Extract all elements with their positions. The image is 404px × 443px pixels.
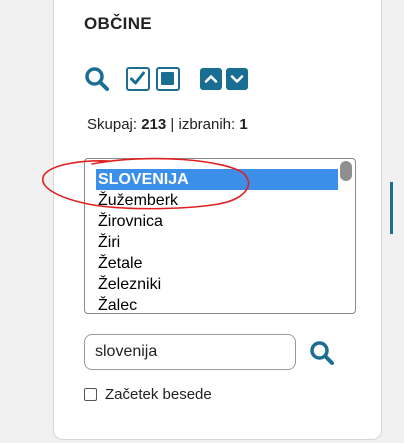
list-item[interactable]: SLOVENIJA <box>96 169 338 190</box>
word-start-label: Začetek besede <box>105 386 212 403</box>
list-item[interactable]: Žužemberk <box>96 190 338 211</box>
list-item[interactable]: Žirovnica <box>96 211 338 232</box>
adjacent-panel-edge <box>390 182 393 234</box>
scrollbar-thumb[interactable] <box>340 161 352 181</box>
panel-title: OBČINE <box>84 14 152 33</box>
total-label: Skupaj: <box>87 116 138 133</box>
deselect-all-icon[interactable] <box>156 67 180 91</box>
list-item[interactable]: Žiri <box>96 232 338 253</box>
select-all-icon[interactable] <box>126 67 150 91</box>
chevron-down-icon[interactable] <box>226 68 248 90</box>
municipality-listbox[interactable]: SLOVENIJA Žužemberk Žirovnica Žiri Žetal… <box>84 158 356 314</box>
selection-summary: Skupaj: 213 | izbranih: 1 <box>87 116 248 133</box>
municipalities-panel: OBČINE Skupaj: 213 | izbranih: 1 SLOVENI… <box>53 0 382 440</box>
search-icon[interactable] <box>309 340 335 366</box>
selected-label: izbranih: <box>178 116 236 133</box>
selected-value: 1 <box>239 116 248 133</box>
list-item[interactable]: Žalec <box>96 295 338 313</box>
list-item[interactable]: Železniki <box>96 274 338 295</box>
word-start-option: Začetek besede <box>84 386 212 403</box>
summary-separator: | <box>170 116 175 133</box>
word-start-checkbox[interactable] <box>84 388 97 401</box>
total-value: 213 <box>141 116 167 133</box>
list-items: SLOVENIJA Žužemberk Žirovnica Žiri Žetal… <box>96 169 338 313</box>
list-scrollbar[interactable] <box>339 161 353 311</box>
search-input[interactable] <box>84 334 296 370</box>
chevron-up-icon[interactable] <box>200 68 222 90</box>
list-item[interactable]: Žetale <box>96 253 338 274</box>
search-icon[interactable] <box>84 66 110 92</box>
